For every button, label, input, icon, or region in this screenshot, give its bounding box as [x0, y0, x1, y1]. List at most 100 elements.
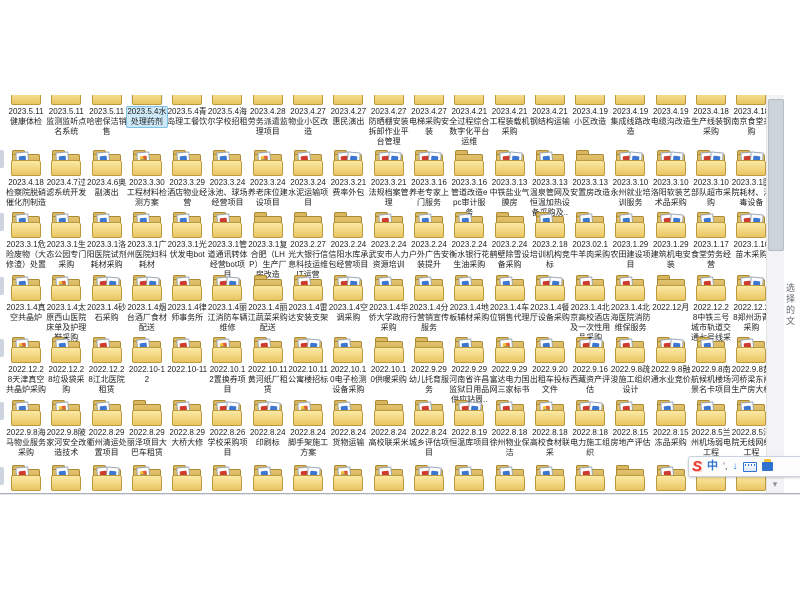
folder-item[interactable]: 2023.4.18南京食堂采购	[731, 95, 766, 147]
folder-item[interactable]: 2022.8.5法院无线网络工程	[731, 398, 766, 458]
folder-item[interactable]: 2022.8.29丽泽项目大巴车租赁	[127, 398, 167, 458]
folder-item[interactable]: 2023.4.21钢结构运输	[530, 95, 570, 147]
download-arrow-icon[interactable]: ↓	[733, 462, 738, 472]
folder-item[interactable]: 2022.9.29幼儿托育服务	[409, 335, 449, 405]
folder-item[interactable]: 2023.1.17食堂劳务经营	[691, 210, 731, 280]
folder-item[interactable]: 2023.4.19电缆沟改造	[651, 95, 691, 147]
folder-item[interactable]: 2022.8.24脚手架施工方案	[288, 398, 328, 458]
folder-item[interactable]: 2022.10.11公寓楼招标	[288, 335, 328, 405]
folder-item[interactable]: 2023.3.1广州医院妇科耗材	[127, 210, 167, 280]
folder-item[interactable]: 2023.1.10苗木采购	[731, 210, 766, 280]
folder-item[interactable]: 2022.9.29河南省许昌监狱日用品供应站周..	[449, 335, 489, 405]
folder-item[interactable]: 2022.8.29大桥大修	[167, 398, 207, 458]
folder-item[interactable]: 2022.9.8南航候机楼场景名卡项目	[691, 335, 731, 405]
folder-item[interactable]: 2023.3.10洛阳软装艺术品采购	[651, 148, 691, 218]
folder-item[interactable]: 2022.12.28天津真空共晶炉采购	[6, 335, 46, 405]
folder-item[interactable]: 2023.2.24衡水银行花生油采购	[449, 210, 489, 280]
folder-item[interactable]	[288, 463, 328, 493]
scroll-down-arrow-icon[interactable]: ▾	[767, 478, 783, 492]
folder-item[interactable]: 2023.4.19集成线路改造	[610, 95, 650, 147]
folder-item[interactable]: 2022.12.28垃圾袋采购	[46, 335, 86, 405]
folder-item[interactable]: 2023.3.1生态公园专门采购	[46, 210, 86, 280]
folder-item[interactable]: 2023.3.24水泥运输项目	[288, 148, 328, 218]
folder-item[interactable]: 2023.5.11哈密保洁销售	[87, 95, 127, 147]
folder-item[interactable]: 2022.12.28江北医院租赁	[87, 335, 127, 405]
folder-item[interactable]: 2023.4.21全过程综合数字化平台运维	[449, 95, 489, 147]
folder-item[interactable]: 2022.9.8海马物业服务采购	[6, 398, 46, 458]
folder-item[interactable]: 2022.8.18电力施工组织	[570, 398, 610, 458]
folder-item[interactable]: 2022.9.8融通水业竞价	[651, 335, 691, 405]
folder-item[interactable]: 2022.8.18徐州物业保洁	[490, 398, 530, 458]
folder-item[interactable]: 2022.8.26学校采购项目	[207, 398, 247, 458]
folder-item[interactable]: 2023.4.18检察院脱硝催化剂制造	[6, 148, 46, 218]
folder-item[interactable]	[449, 463, 489, 493]
folder-item[interactable]	[490, 463, 530, 493]
folder-item[interactable]: 2022.8.18高校食材联采	[530, 398, 570, 458]
folder-item[interactable]: 2023.2.24鹤壁除雪设备采购	[490, 210, 530, 280]
folder-item[interactable]: 2023.3.13中铁盐业气膜房	[490, 148, 530, 218]
folder-item[interactable]: 2023.3.24养老床位建设项目	[248, 148, 288, 218]
folder-item[interactable]	[651, 463, 691, 493]
folder-item[interactable]: 2022.9.8陂家河安全改造技术	[46, 398, 86, 458]
punctuation-mode-icon[interactable]: ’,	[723, 462, 728, 471]
folder-item[interactable]: 2023.4.6奥副演出	[87, 148, 127, 218]
folder-item[interactable]	[369, 463, 409, 493]
folder-item[interactable]: 2023.1.29农田建设项目	[610, 210, 650, 280]
vertical-scrollbar[interactable]: ▾	[766, 95, 784, 493]
folder-item[interactable]: 2023.4.27惠民演出	[328, 95, 368, 147]
folder-item[interactable]	[570, 463, 610, 493]
folder-item[interactable]: 2022.10-12	[127, 335, 167, 405]
folder-item[interactable]: 2023.3.16养老专家上门服务	[409, 148, 449, 218]
folder-item[interactable]: 2023.4.21工程装载机采购	[490, 95, 530, 147]
folder-item[interactable]: 2023.5.4海尔学校招租	[207, 95, 247, 147]
folder-item[interactable]: 2023.4.28劳务派遣监理项目	[248, 95, 288, 147]
folder-item[interactable]: 2022.8.5兰州机场弱电工程	[691, 398, 731, 458]
folder-item[interactable]: 2023.3.1管道通讯转体经营bot项目	[207, 210, 247, 280]
folder-item[interactable]	[167, 463, 207, 493]
folder-item[interactable]: 2023.02.1牛羊肉采购	[570, 210, 610, 280]
soft-keyboard-icon[interactable]	[743, 462, 757, 472]
folder-item[interactable]: 2023.3.30工程材料检测方案	[127, 148, 167, 218]
folder-item[interactable]: 2023.2.24武安市人力资源培训	[369, 210, 409, 280]
folder-item[interactable]: 2023.3.1医院耗材、消毒设备	[731, 148, 766, 218]
folder-item[interactable]: 2023.3.1光伏发电bot	[167, 210, 207, 280]
folder-item[interactable]	[207, 463, 247, 493]
folder-item[interactable]: 2023.4.27电梯采购安装	[409, 95, 449, 147]
explorer-file-area[interactable]: 2023.5.11健康体检2023.5.11监测监听点名系统2023.5.11哈…	[0, 95, 766, 493]
folder-item[interactable]: 2023.1.29建筑机电安装	[651, 210, 691, 280]
folder-item[interactable]	[409, 463, 449, 493]
folder-item[interactable]	[46, 463, 86, 493]
sogou-logo-icon[interactable]: S	[692, 459, 702, 474]
folder-item[interactable]: 2023.5.11健康体检	[6, 95, 46, 147]
folder-item[interactable]: 2022.8.24城乡评估项目	[409, 398, 449, 458]
folder-item[interactable]: 2023.3.1复合肥（LHP）生产厂房改造	[248, 210, 288, 280]
folder-item[interactable]	[127, 463, 167, 493]
folder-item[interactable]: 2022.8.29衢州清运处置项目	[87, 398, 127, 458]
folder-item[interactable]: 2022.10.10供暖采购	[369, 335, 409, 405]
folder-item[interactable]: 2023.2.27光大银行信息科技运维IT运营	[288, 210, 328, 280]
folder-item[interactable]: 2022.9.8疏浚施工组织设计	[610, 335, 650, 405]
folder-item[interactable]: 2022.8.24印刷标	[248, 398, 288, 458]
folder-item[interactable]: 2022.10.11黄河纸厂租赁	[248, 335, 288, 405]
folder-item[interactable]: 2023.3.10部队超市采购	[691, 148, 731, 218]
folder-item[interactable]: 2023.4.18生产线装钢采购	[691, 95, 731, 147]
folder-item[interactable]: 2023.4.27物业小区改造	[288, 95, 328, 147]
folder-item[interactable]: 2023.2.24信阳水库承包经营项目	[328, 210, 368, 280]
folder-item[interactable]: 2023.3.24泳池、球场经营项目	[207, 148, 247, 218]
folder-item[interactable]: 2023.3.10永州就业培训服务	[610, 148, 650, 218]
folder-item[interactable]: 2023.3.16管道改造epc审计服务	[449, 148, 489, 218]
folder-item[interactable]: 2022.9.20出租车投标文件	[530, 335, 570, 405]
folder-item[interactable]	[248, 463, 288, 493]
folder-item[interactable]: 2022.10.12置换券项目	[207, 335, 247, 405]
folder-item[interactable]: 2022.9.8黄河桥梁东闸生产房大楼	[731, 335, 766, 405]
folder-item[interactable]: 2023.2.24户外广告安装提升	[409, 210, 449, 280]
folder-item[interactable]: 2023.3.29酒店物业经营	[167, 148, 207, 218]
folder-item[interactable]: 2023.2.18培训机构竞标	[530, 210, 570, 280]
folder-item[interactable]: 2023.3.21费率外包	[328, 148, 368, 218]
folder-item[interactable]: 2022.8.24高校联采米	[369, 398, 409, 458]
folder-item[interactable]: 2022.9.16西藏资产评估	[570, 335, 610, 405]
folder-item[interactable]: 2022.10-11	[167, 335, 207, 405]
folder-item[interactable]: 2022.8.24货物运输	[328, 398, 368, 458]
folder-item[interactable]: 2022.10.10电子检测设备采购	[328, 335, 368, 405]
folder-item[interactable]	[6, 463, 46, 493]
